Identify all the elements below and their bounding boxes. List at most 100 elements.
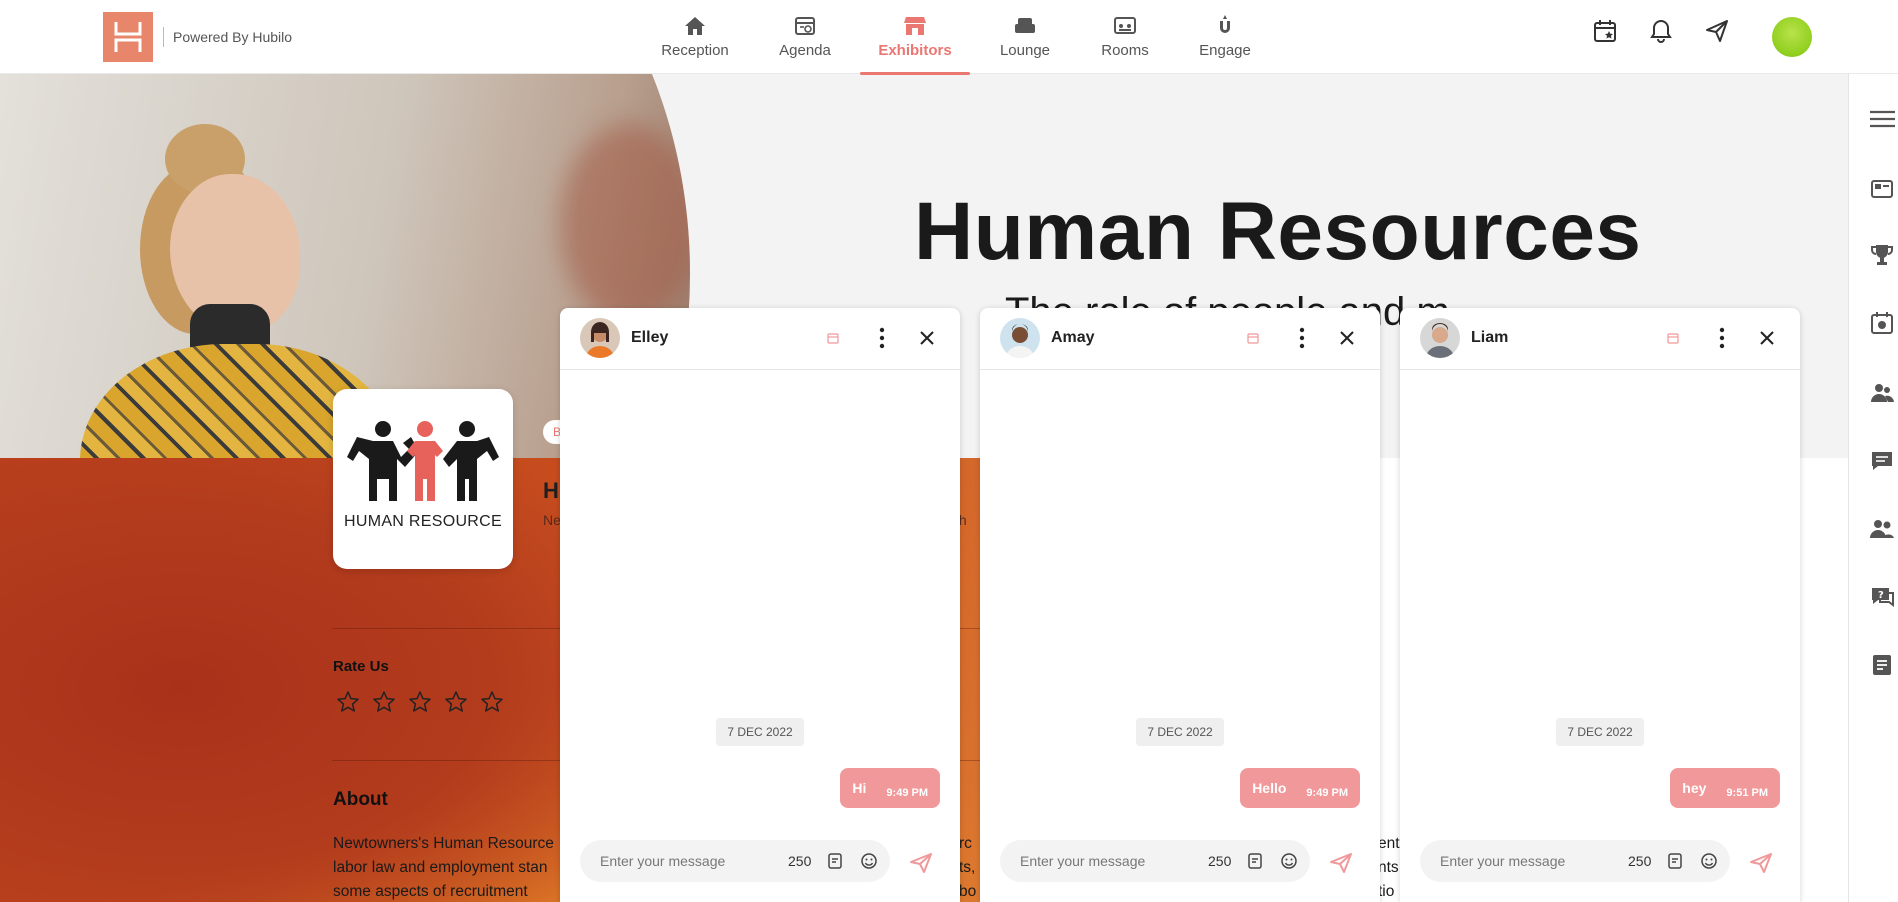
chat-icon[interactable]	[1869, 448, 1895, 474]
nav-label-rooms: Rooms	[1101, 42, 1149, 59]
store-icon	[902, 14, 928, 38]
star-icon[interactable]	[408, 690, 432, 714]
more-options-icon[interactable]	[1718, 326, 1726, 350]
about-fragment: tio	[1378, 883, 1395, 900]
send-message-icon[interactable]	[1749, 852, 1773, 874]
nav-item-agenda[interactable]: Agenda	[750, 14, 860, 74]
close-icon[interactable]	[918, 329, 936, 347]
hubilo-logo[interactable]	[103, 12, 153, 62]
message-composer: 250	[580, 840, 890, 882]
profile-avatar[interactable]	[1772, 17, 1812, 57]
sofa-icon	[1012, 14, 1038, 38]
notes-icon[interactable]	[1869, 652, 1895, 678]
message-text: Hello	[1252, 780, 1287, 796]
nav-item-lounge[interactable]: Lounge	[970, 14, 1080, 74]
message-bubble: hey 9:51 PM	[1670, 768, 1780, 808]
send-message-icon[interactable]	[1329, 852, 1353, 874]
attachment-icon[interactable]	[1666, 852, 1684, 870]
close-icon[interactable]	[1758, 329, 1776, 347]
message-bubble: Hi 9:49 PM	[840, 768, 940, 808]
more-options-icon[interactable]	[1298, 326, 1306, 350]
chat-contact-name: Liam	[1471, 329, 1509, 346]
message-composer: 250	[1000, 840, 1310, 882]
booth-name: H	[543, 478, 559, 503]
about-fragment: nts	[1378, 859, 1399, 876]
nav-label-engage: Engage	[1199, 42, 1251, 59]
calendar-icon[interactable]	[826, 331, 840, 345]
people-icon[interactable]	[1869, 380, 1895, 406]
svg-text:?: ?	[1878, 590, 1884, 601]
about-fragment: bo	[959, 883, 977, 900]
nav-item-exhibitors[interactable]: Exhibitors	[860, 14, 970, 75]
about-line: some aspects of recruitment	[333, 883, 528, 900]
message-input[interactable]	[1000, 840, 1190, 882]
star-icon[interactable]	[372, 690, 396, 714]
about-line: labor law and employment stan	[333, 859, 548, 876]
engage-icon	[1212, 14, 1238, 38]
message-input[interactable]	[580, 840, 770, 882]
trophy-icon[interactable]	[1869, 242, 1895, 268]
calendar-icon[interactable]	[1666, 331, 1680, 345]
about-fragment: ts,	[959, 859, 976, 876]
about-line: Newtowners's Human Resource	[333, 835, 554, 852]
home-icon	[682, 14, 708, 38]
avatar[interactable]	[1420, 318, 1460, 358]
star-icon[interactable]	[444, 690, 468, 714]
banner-title: Human Resources	[914, 186, 1642, 277]
powered-by-text: Powered By Hubilo	[163, 27, 292, 47]
about-fragment: rc	[959, 835, 972, 852]
more-options-icon[interactable]	[878, 326, 886, 350]
chat-contact-name: Amay	[1051, 329, 1095, 346]
emoji-icon[interactable]	[860, 852, 878, 870]
message-input[interactable]	[1420, 840, 1610, 882]
send-message-icon[interactable]	[909, 852, 933, 874]
chat-window-elley: Elley 7 DEC 2022 Hi 9:49 PM 250	[560, 308, 960, 902]
attachment-icon[interactable]	[826, 852, 844, 870]
star-icon[interactable]	[480, 690, 504, 714]
message-time: 9:49 PM	[1306, 787, 1348, 799]
star-icon[interactable]	[336, 690, 360, 714]
nav-label-lounge: Lounge	[999, 42, 1051, 59]
bell-icon[interactable]	[1648, 18, 1674, 44]
date-separator: 7 DEC 2022	[716, 718, 804, 746]
camera-calendar-icon[interactable]	[1869, 310, 1895, 336]
agenda-icon	[792, 14, 818, 38]
calendar-star-icon[interactable]	[1592, 18, 1618, 44]
avatar[interactable]	[1000, 318, 1040, 358]
avatar[interactable]	[580, 318, 620, 358]
chat-header: Amay	[980, 308, 1380, 370]
card-icon[interactable]	[1869, 176, 1895, 202]
nav-label-exhibitors: Exhibitors	[878, 42, 952, 59]
nav-item-rooms[interactable]: Rooms	[1080, 14, 1170, 74]
emoji-icon[interactable]	[1700, 852, 1718, 870]
message-text: hey	[1682, 780, 1707, 796]
group-icon[interactable]	[1869, 516, 1895, 542]
chat-contact-name: Elley	[631, 329, 669, 346]
hamburger-menu-icon[interactable]	[1869, 106, 1895, 132]
calendar-icon[interactable]	[1246, 331, 1260, 345]
date-separator: 7 DEC 2022	[1556, 718, 1644, 746]
char-counter: 250	[788, 853, 812, 869]
attachment-icon[interactable]	[1246, 852, 1264, 870]
message-text: Hi	[852, 780, 867, 796]
nav-item-engage[interactable]: Engage	[1170, 14, 1280, 74]
nav-item-reception[interactable]: Reception	[640, 14, 750, 74]
close-icon[interactable]	[1338, 329, 1356, 347]
rating-stars	[336, 690, 504, 714]
about-heading: About	[333, 789, 388, 810]
human-resource-logo-icon	[347, 421, 499, 501]
emoji-icon[interactable]	[1280, 852, 1298, 870]
chat-header: Liam	[1400, 308, 1800, 370]
about-fragment: ent	[1378, 835, 1400, 852]
hubilo-logo-icon	[114, 22, 142, 52]
booth-logo-text: HUMAN RESOURCE	[344, 513, 502, 530]
char-counter: 250	[1628, 853, 1652, 869]
help-chat-icon[interactable]: ?	[1869, 584, 1895, 610]
message-composer: 250	[1420, 840, 1730, 882]
about-text: Newtowners's Human Resource labor law an…	[333, 832, 565, 902]
send-icon[interactable]	[1704, 18, 1730, 44]
char-counter: 250	[1208, 853, 1232, 869]
message-time: 9:51 PM	[1726, 787, 1768, 799]
top-navigation-bar: Powered By Hubilo Reception Agenda Exhib…	[0, 0, 1898, 75]
right-rail: ?	[1848, 74, 1898, 902]
